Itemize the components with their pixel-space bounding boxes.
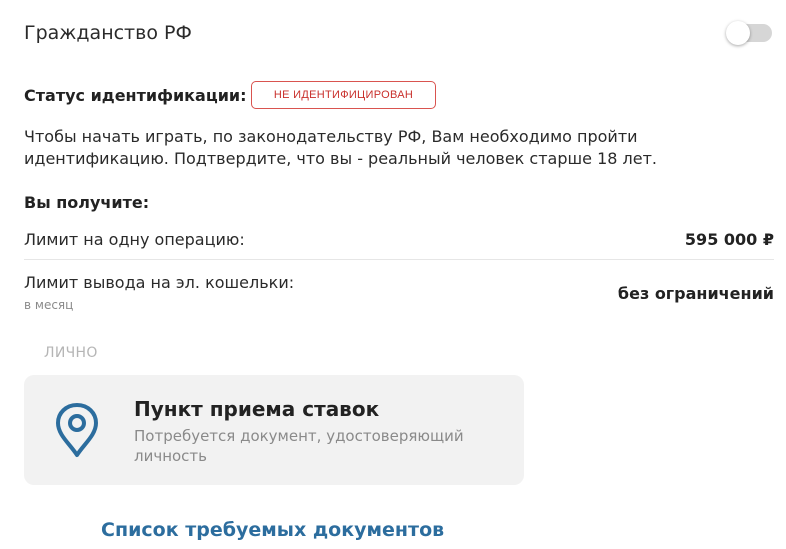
location-pin-icon: [56, 403, 98, 457]
limit-row-operation: Лимит на одну операцию: 595 000 ₽: [24, 228, 774, 260]
limit-value: без ограничений: [617, 284, 774, 303]
personal-section-label: ЛИЧНО: [44, 345, 98, 361]
limit-row-ewallet: Лимит вывода на эл. кошельки: в месяц бе…: [24, 271, 774, 317]
identification-description: Чтобы начать играть, по законодательству…: [24, 127, 657, 168]
toggle-knob: [726, 21, 750, 45]
betting-point-card[interactable]: Пункт приема ставок Потребуется документ…: [24, 375, 524, 485]
limit-value: 595 000 ₽: [684, 230, 774, 249]
limit-label: Лимит вывода на эл. кошельки:: [24, 273, 295, 292]
card-description: Потребуется документ, удостоверяющий лич…: [134, 427, 464, 465]
limit-label: Лимит на одну операцию:: [24, 230, 245, 249]
citizenship-label: Гражданство РФ: [24, 22, 192, 44]
receive-title: Вы получите:: [24, 193, 150, 212]
citizenship-toggle[interactable]: [726, 21, 772, 45]
status-label: Статус идентификации:: [24, 86, 247, 105]
status-badge: НЕ ИДЕНТИФИЦИРОВАН: [251, 81, 436, 109]
limit-sublabel: в месяц: [24, 298, 74, 312]
citizenship-row: Гражданство РФ: [24, 18, 772, 50]
card-title: Пункт приема ставок: [134, 397, 380, 421]
required-documents-link[interactable]: Список требуемых документов: [101, 519, 444, 541]
